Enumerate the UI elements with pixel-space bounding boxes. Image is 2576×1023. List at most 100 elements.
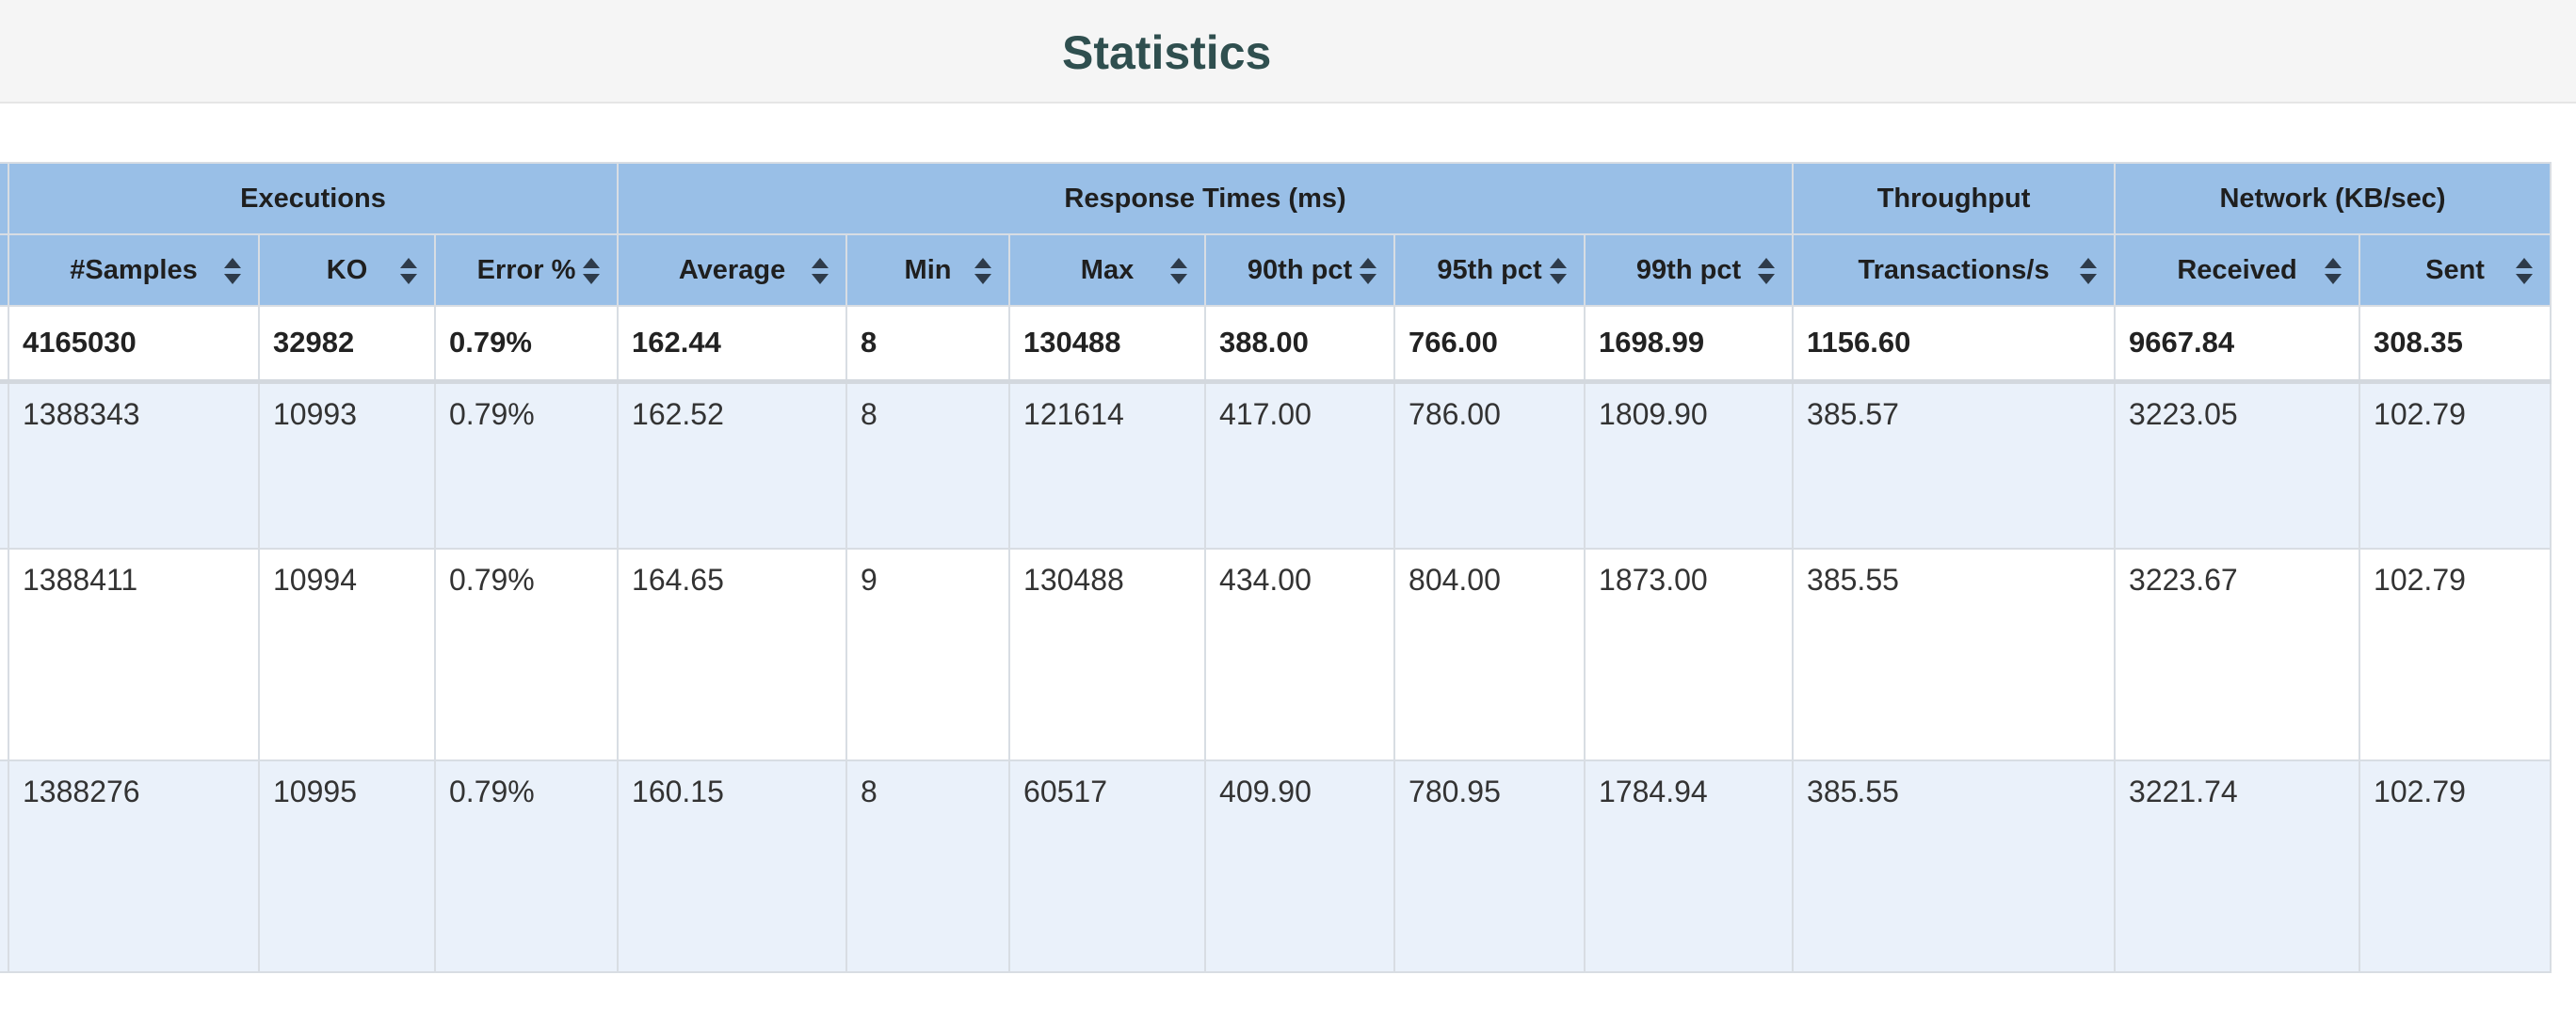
cell-p95: 786.00 <box>1393 380 1586 550</box>
cell-p90: 417.00 <box>1204 380 1396 550</box>
cell-transactions: 1156.60 <box>1792 305 2117 384</box>
cell-p99: 1698.99 <box>1584 305 1795 384</box>
cell-average: 164.65 <box>617 548 848 761</box>
cell-received: 3223.05 <box>2114 380 2361 550</box>
cell-sent: 102.79 <box>2359 548 2552 761</box>
column-header-p95[interactable]: 95th pct <box>1393 233 1586 307</box>
column-label-sent: Sent <box>2425 254 2485 285</box>
total-row: 4165030 32982 0.79% 162.44 8 130488 388.… <box>0 305 2552 384</box>
column-label-error-pct: Error % <box>476 254 576 285</box>
page-title: Statistics <box>1062 26 1272 79</box>
sort-icon[interactable] <box>2080 258 2098 284</box>
column-header-received[interactable]: Received <box>2114 233 2361 307</box>
column-header-p90[interactable]: 90th pct <box>1204 233 1396 307</box>
sort-icon[interactable] <box>1170 258 1188 284</box>
sort-icon[interactable] <box>2516 258 2534 284</box>
column-label-transactions: Transactions/s <box>1858 254 2050 285</box>
row-stub <box>0 759 9 973</box>
cell-ko: 10994 <box>258 548 436 761</box>
column-header-sent[interactable]: Sent <box>2359 233 2552 307</box>
cell-ko: 10993 <box>258 380 436 550</box>
cell-received: 3221.74 <box>2114 759 2361 973</box>
cell-transactions: 385.55 <box>1792 548 2117 761</box>
cell-received: 3223.67 <box>2114 548 2361 761</box>
cell-sent: 102.79 <box>2359 380 2552 550</box>
cell-samples: 1388343 <box>8 380 260 550</box>
sort-icon[interactable] <box>1550 258 1568 284</box>
cell-error-pct: 0.79% <box>433 548 620 761</box>
cell-transactions: 385.55 <box>1792 759 2117 973</box>
cell-samples: 1388411 <box>8 548 260 761</box>
statistics-table: Executions Response Times (ms) Throughpu… <box>0 162 2552 973</box>
column-label-samples: #Samples <box>70 254 198 285</box>
cell-min: 8 <box>845 305 1011 384</box>
column-label-ko: KO <box>326 254 368 285</box>
column-header-average[interactable]: Average <box>617 233 848 307</box>
table-row: 1388276 10995 0.79% 160.15 8 60517 409.9… <box>0 759 2552 973</box>
cell-average: 162.44 <box>617 305 848 384</box>
column-label-received: Received <box>2177 254 2297 285</box>
group-header-network: Network (KB/sec) <box>2114 162 2552 235</box>
group-header-executions: Executions <box>7 162 620 235</box>
column-label-p90: 90th pct <box>1247 254 1353 285</box>
cell-p90: 388.00 <box>1204 305 1396 384</box>
cell-p90: 409.90 <box>1204 759 1396 973</box>
table-row: 1388411 10994 0.79% 164.65 9 130488 434.… <box>0 548 2552 761</box>
sort-icon[interactable] <box>224 258 241 284</box>
cell-min: 9 <box>845 548 1011 761</box>
cell-p95: 780.95 <box>1393 759 1586 973</box>
table-row: 1388343 10993 0.79% 162.52 8 121614 417.… <box>0 380 2552 550</box>
cell-p90: 434.00 <box>1204 548 1396 761</box>
sort-icon[interactable] <box>812 258 829 284</box>
column-label-average: Average <box>678 254 786 285</box>
sort-icon[interactable] <box>1758 258 1776 284</box>
sort-icon[interactable] <box>974 258 992 284</box>
column-header-stub <box>0 233 9 307</box>
column-header-min[interactable]: Min <box>845 233 1011 307</box>
column-header-row: #Samples KO Error % Average Min Max 90th… <box>0 233 2552 307</box>
sort-icon[interactable] <box>1360 258 1377 284</box>
cell-average: 162.52 <box>617 380 848 550</box>
column-header-p99[interactable]: 99th pct <box>1584 233 1795 307</box>
cell-sent: 308.35 <box>2359 305 2552 384</box>
cell-min: 8 <box>845 380 1011 550</box>
cell-max: 130488 <box>1008 305 1207 384</box>
cell-received: 9667.84 <box>2114 305 2361 384</box>
column-header-ko[interactable]: KO <box>258 233 436 307</box>
column-header-samples[interactable]: #Samples <box>8 233 260 307</box>
cell-p99: 1784.94 <box>1584 759 1795 973</box>
group-header-throughput: Throughput <box>1792 162 2117 235</box>
cell-p99: 1873.00 <box>1584 548 1795 761</box>
cell-sent: 102.79 <box>2359 759 2552 973</box>
column-header-max[interactable]: Max <box>1008 233 1207 307</box>
cell-p99: 1809.90 <box>1584 380 1795 550</box>
column-label-max: Max <box>1080 254 1135 285</box>
row-stub <box>0 305 9 384</box>
cell-samples: 1388276 <box>8 759 260 973</box>
group-header-response-times: Response Times (ms) <box>617 162 1795 235</box>
sort-icon[interactable] <box>400 258 417 284</box>
page-header: Statistics <box>0 0 2576 104</box>
cell-error-pct: 0.79% <box>433 380 620 550</box>
sort-icon[interactable] <box>2325 258 2343 284</box>
column-header-error-pct[interactable]: Error % <box>433 233 620 307</box>
cell-max: 60517 <box>1008 759 1207 973</box>
cell-max: 121614 <box>1008 380 1207 550</box>
column-label-p95: 95th pct <box>1437 254 1542 285</box>
cell-p95: 804.00 <box>1393 548 1586 761</box>
sort-icon[interactable] <box>583 258 601 284</box>
row-stub <box>0 548 9 761</box>
column-header-transactions[interactable]: Transactions/s <box>1792 233 2117 307</box>
cell-transactions: 385.57 <box>1792 380 2117 550</box>
cell-average: 160.15 <box>617 759 848 973</box>
cell-p95: 766.00 <box>1393 305 1586 384</box>
cell-error-pct: 0.79% <box>433 759 620 973</box>
cell-ko: 32982 <box>258 305 436 384</box>
column-label-p99: 99th pct <box>1635 254 1742 285</box>
cell-error-pct: 0.79% <box>433 305 620 384</box>
cell-samples: 4165030 <box>8 305 260 384</box>
cell-ko: 10995 <box>258 759 436 973</box>
cell-min: 8 <box>845 759 1011 973</box>
group-header-row: Executions Response Times (ms) Throughpu… <box>0 162 2552 235</box>
group-header-stub <box>0 162 9 235</box>
